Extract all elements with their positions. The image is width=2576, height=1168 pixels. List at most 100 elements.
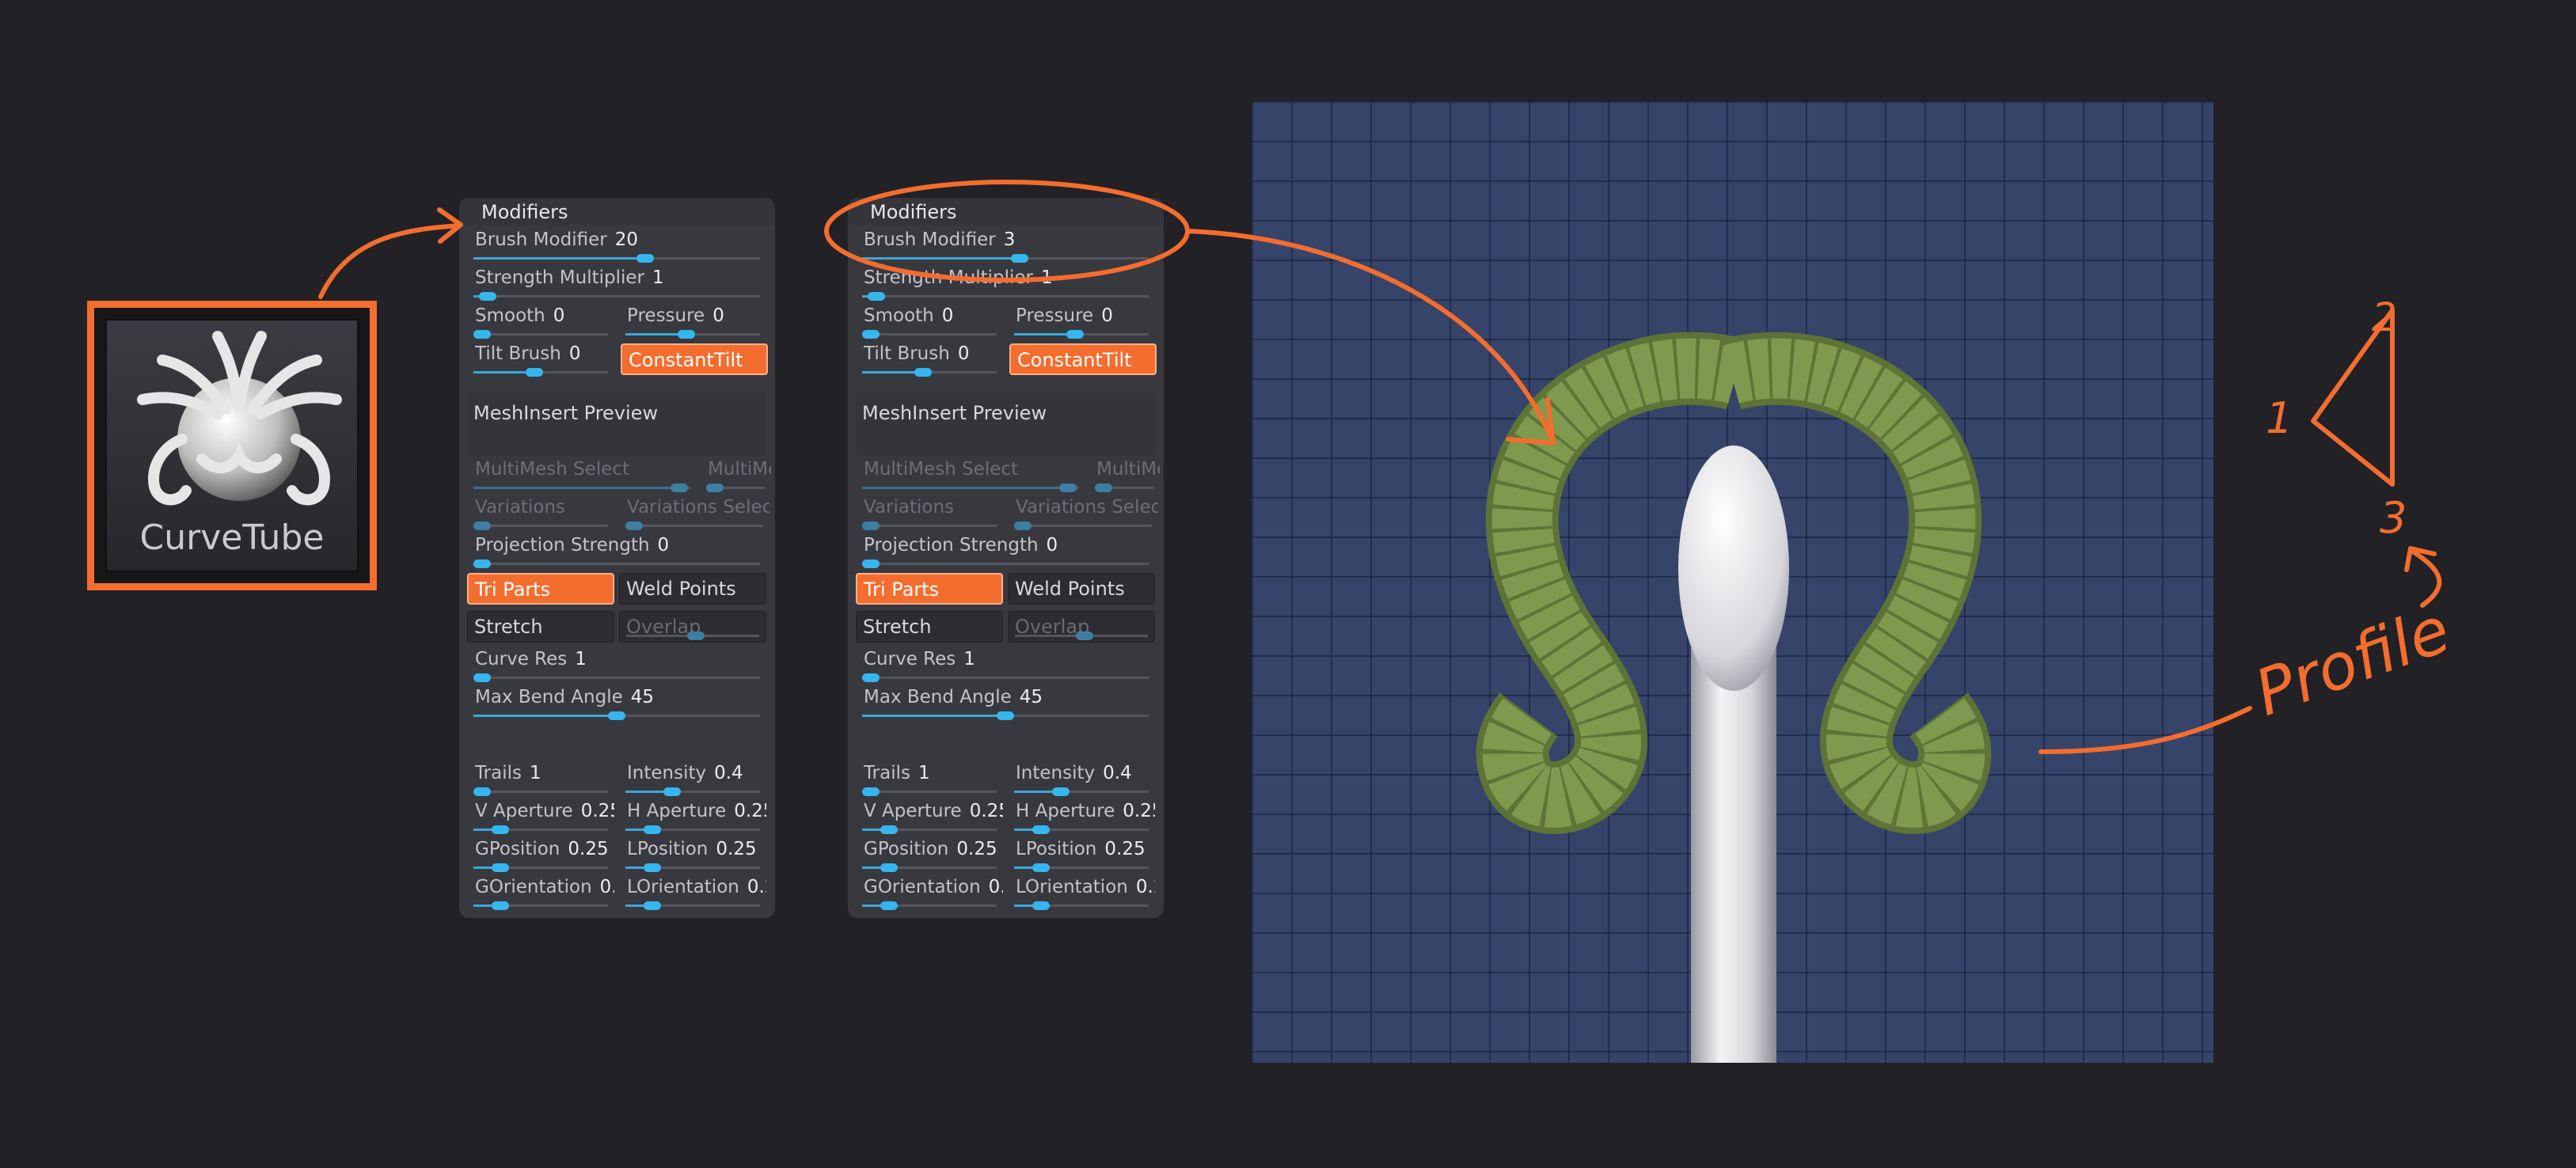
- modifiers-header[interactable]: Modifiers: [459, 198, 775, 225]
- trails-knob[interactable]: [862, 787, 880, 796]
- tri-parts-button[interactable]: Tri Parts: [467, 573, 614, 605]
- brush-modifier-track[interactable]: [473, 254, 760, 263]
- smooth-knob[interactable]: [862, 330, 880, 339]
- gposition-slider[interactable]: GPosition 0.25: [467, 837, 614, 872]
- variations-track[interactable]: [473, 521, 608, 530]
- multimesh-select-slider[interactable]: MultiMesh Select: [856, 457, 1085, 492]
- weld-points-button[interactable]: Weld Points: [619, 573, 766, 605]
- max-bend-angle-knob[interactable]: [608, 711, 625, 720]
- multimesh-cut-track[interactable]: [706, 484, 765, 492]
- pressure-knob[interactable]: [1066, 330, 1084, 339]
- gorientation-knob[interactable]: [880, 901, 898, 910]
- overlap-button[interactable]: Overlap: [1008, 611, 1155, 643]
- curve-res-slider[interactable]: Curve Res 1: [467, 647, 766, 682]
- projection-strength-slider[interactable]: Projection Strength 0: [467, 533, 766, 568]
- variations-select-slider[interactable]: Variations Selec: [1008, 495, 1158, 530]
- lorientation-track[interactable]: [625, 901, 760, 910]
- h-aperture-knob[interactable]: [1032, 825, 1050, 834]
- h-aperture-knob[interactable]: [644, 825, 661, 834]
- modifiers-header[interactable]: Modifiers: [848, 198, 1164, 225]
- trails-track[interactable]: [473, 787, 608, 796]
- multimesh-select-knob[interactable]: [1059, 484, 1077, 492]
- tilt-brush-slider[interactable]: Tilt Brush 0: [467, 342, 614, 377]
- smooth-slider[interactable]: Smooth 0: [467, 304, 614, 339]
- lposition-knob[interactable]: [1032, 863, 1050, 872]
- gposition-slider[interactable]: GPosition 0.25: [856, 837, 1003, 872]
- stretch-button[interactable]: Stretch: [856, 611, 1003, 643]
- strength-multiplier-knob[interactable]: [479, 292, 496, 301]
- pressure-track[interactable]: [625, 330, 760, 339]
- pressure-knob[interactable]: [678, 330, 695, 339]
- lorientation-knob[interactable]: [1032, 901, 1050, 910]
- curvetube-brush-thumbnail[interactable]: CurveTube: [87, 301, 377, 590]
- lorientation-slider[interactable]: LOrientation 0.2: [1008, 875, 1155, 910]
- variations-slider[interactable]: Variations: [467, 495, 614, 530]
- tilt-brush-track[interactable]: [862, 368, 997, 377]
- v-aperture-slider[interactable]: V Aperture 0.25: [467, 799, 614, 834]
- h-aperture-slider[interactable]: H Aperture 0.25: [1008, 799, 1155, 834]
- gorientation-track[interactable]: [473, 901, 608, 910]
- smooth-track[interactable]: [862, 330, 997, 339]
- meshinsert-preview[interactable]: MeshInsert Preview: [467, 392, 766, 456]
- multimesh-cut-slider[interactable]: MultiMe: [700, 457, 771, 492]
- lorientation-track[interactable]: [1014, 901, 1149, 910]
- multimesh-select-slider[interactable]: MultiMesh Select: [467, 457, 697, 492]
- variations-select-track[interactable]: [625, 521, 763, 530]
- gposition-track[interactable]: [862, 863, 997, 872]
- variations-select-knob[interactable]: [1014, 521, 1032, 530]
- v-aperture-track[interactable]: [862, 825, 997, 834]
- multimesh-cut-track[interactable]: [1095, 484, 1153, 492]
- strength-multiplier-track[interactable]: [473, 292, 760, 301]
- lposition-track[interactable]: [1014, 863, 1149, 872]
- gposition-knob[interactable]: [492, 863, 509, 872]
- tilt-brush-knob[interactable]: [526, 368, 543, 377]
- variations-knob[interactable]: [862, 521, 880, 530]
- constant-tilt-button[interactable]: ConstantTilt: [621, 343, 768, 375]
- gposition-knob[interactable]: [880, 863, 898, 872]
- multimesh-select-knob[interactable]: [671, 484, 688, 492]
- curve-res-track[interactable]: [862, 673, 1149, 682]
- pressure-track[interactable]: [1014, 330, 1149, 339]
- projection-strength-track[interactable]: [862, 559, 1149, 568]
- v-aperture-knob[interactable]: [880, 825, 898, 834]
- multimesh-cut-knob[interactable]: [1095, 484, 1112, 492]
- v-aperture-track[interactable]: [473, 825, 608, 834]
- h-aperture-slider[interactable]: H Aperture 0.25: [619, 799, 766, 834]
- curve-res-knob[interactable]: [862, 673, 880, 682]
- multimesh-select-track[interactable]: [862, 484, 1079, 492]
- max-bend-angle-slider[interactable]: Max Bend Angle 45: [856, 685, 1155, 720]
- projection-strength-knob[interactable]: [473, 559, 491, 568]
- multimesh-select-track[interactable]: [473, 484, 690, 492]
- curve-res-track[interactable]: [473, 673, 760, 682]
- variations-select-track[interactable]: [1014, 521, 1152, 530]
- multimesh-cut-slider[interactable]: MultiMe: [1089, 457, 1160, 492]
- brush-modifier-knob[interactable]: [636, 254, 654, 263]
- variations-slider[interactable]: Variations: [856, 495, 1003, 530]
- tilt-brush-slider[interactable]: Tilt Brush 0: [856, 342, 1003, 377]
- intensity-knob[interactable]: [663, 787, 681, 796]
- v-aperture-knob[interactable]: [492, 825, 509, 834]
- smooth-knob[interactable]: [473, 330, 491, 339]
- variations-track[interactable]: [862, 521, 997, 530]
- tilt-brush-knob[interactable]: [914, 368, 932, 377]
- gorientation-slider[interactable]: GOrientation 0.2: [467, 875, 614, 910]
- variations-select-slider[interactable]: Variations Selec: [619, 495, 769, 530]
- strength-multiplier-knob[interactable]: [868, 292, 885, 301]
- trails-slider[interactable]: Trails 1: [856, 761, 1003, 796]
- projection-strength-track[interactable]: [473, 559, 760, 568]
- intensity-track[interactable]: [1014, 787, 1149, 796]
- trails-track[interactable]: [862, 787, 997, 796]
- lposition-slider[interactable]: LPosition 0.25: [619, 837, 766, 872]
- multimesh-cut-knob[interactable]: [706, 484, 724, 492]
- constant-tilt-button[interactable]: ConstantTilt: [1009, 343, 1157, 375]
- strength-multiplier-slider[interactable]: Strength Multiplier 1: [467, 266, 766, 301]
- tri-parts-button[interactable]: Tri Parts: [856, 573, 1003, 605]
- viewport-canvas[interactable]: [1252, 101, 2213, 1063]
- h-aperture-track[interactable]: [625, 825, 760, 834]
- trails-slider[interactable]: Trails 1: [467, 761, 614, 796]
- curve-res-slider[interactable]: Curve Res 1: [856, 647, 1155, 682]
- lorientation-knob[interactable]: [644, 901, 661, 910]
- intensity-track[interactable]: [625, 787, 760, 796]
- tilt-brush-track[interactable]: [473, 368, 608, 377]
- lposition-knob[interactable]: [644, 863, 661, 872]
